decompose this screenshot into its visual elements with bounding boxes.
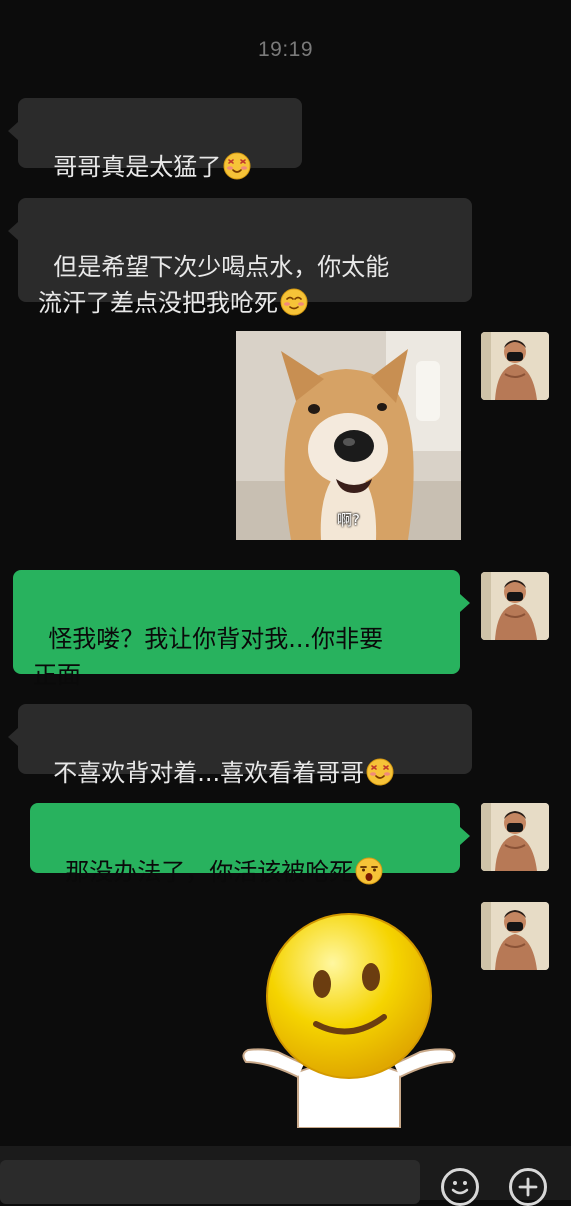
plus-icon[interactable] [509, 1168, 547, 1206]
input-bar [0, 1146, 571, 1206]
message-text: 怪我喽？我让你背对我...你非要 正面 [33, 625, 384, 689]
avatar[interactable] [481, 803, 549, 871]
avatar[interactable] [481, 902, 549, 970]
avatar[interactable] [481, 572, 549, 640]
smiley-shrug-sticker[interactable] [238, 912, 460, 1129]
message-text: 但是希望下次少喝点水，你太能 流汗了差点没把我呛死 [38, 253, 390, 317]
message-text: 不喜欢背对着...喜欢看着哥哥 [53, 759, 365, 787]
shocked-face-emoji-icon [355, 857, 383, 895]
received-message-bubble[interactable]: 但是希望下次少喝点水，你太能 流汗了差点没把我呛死 [8, 198, 472, 317]
shiba-dog-sticker[interactable]: 啊? [236, 331, 461, 540]
sent-message-bubble[interactable]: 那没办法了，你活该被呛死 [30, 803, 470, 886]
received-message-bubble[interactable]: 哥哥真是太猛了 [8, 98, 302, 181]
shy-smile-emoji-icon [280, 288, 308, 326]
timestamp: 19:19 [257, 38, 314, 61]
received-message-bubble[interactable]: 不喜欢背对着...喜欢看着哥哥 [8, 704, 472, 787]
sent-message-bubble[interactable]: 怪我喽？我让你背对我...你非要 正面 [13, 570, 470, 689]
sticker-caption: 啊? [337, 511, 360, 529]
message-text: 那没办法了，你活该被呛死 [65, 858, 354, 886]
message-text: 哥哥真是太猛了 [53, 153, 222, 181]
avatar[interactable] [481, 332, 549, 400]
blushing-smile-emoji-icon [366, 758, 394, 796]
blushing-smile-emoji-icon [223, 152, 251, 190]
message-input[interactable] [0, 1160, 420, 1204]
emoji-icon[interactable] [441, 1168, 479, 1206]
